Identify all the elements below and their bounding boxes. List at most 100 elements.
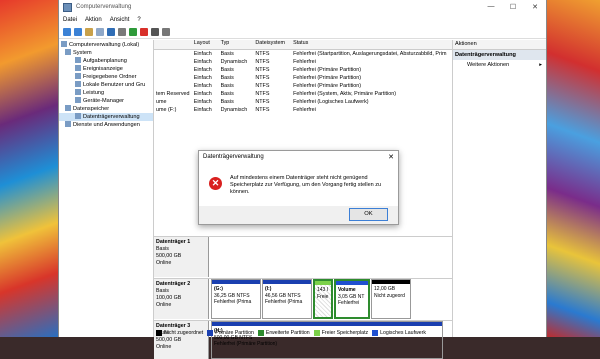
close-button[interactable]: ✕ (524, 3, 546, 11)
maximize-button[interactable]: ☐ (502, 3, 524, 11)
table-cell (154, 74, 192, 82)
toolbar (59, 25, 546, 39)
partition-i[interactable]: (I:) 46,56 GB NTFS Fehlerfrei (Prima (262, 279, 312, 319)
menu-help[interactable]: ? (137, 17, 140, 23)
tree-item-dienste[interactable]: Dienste und Anwendungen (59, 121, 153, 129)
disk-3[interactable]: Datenträger 3 Basis 500,00 GB Online (H:… (154, 320, 452, 359)
minimize-button[interactable]: — (480, 3, 502, 11)
table-cell: NTFS (255, 107, 270, 113)
help-icon[interactable] (107, 27, 115, 36)
partition-unallocated[interactable]: 12,00 GB Nicht zugeord (371, 279, 411, 319)
partition-volume[interactable]: Volume 3,05 GB NT Fehlerfrei (334, 279, 370, 319)
disk-2[interactable]: Datenträger 2 Basis 100,00 GB Online (G:… (154, 278, 452, 319)
forward-icon[interactable] (74, 27, 82, 36)
partition-h[interactable]: (H:) 500,00 GB NTFS Fehlerfrei (Primäre … (211, 321, 443, 359)
table-cell: Einfach (193, 51, 212, 57)
table-cell: Einfach (193, 107, 212, 113)
table-row[interactable]: Einfach Basis NTFS Fehlerfrei (Primäre Part… (154, 66, 452, 74)
table-cell: Basis (220, 67, 234, 73)
table-cell: Einfach (193, 91, 212, 97)
col-layout[interactable]: Layout (192, 40, 219, 49)
table-cell (154, 58, 192, 66)
table-cell: Fehlerfrei (System, Aktiv, Primäre Parti… (293, 91, 397, 97)
tree-item-aufgabenplanung[interactable]: Aufgabenplanung (59, 57, 153, 65)
col-status[interactable]: Status (291, 40, 452, 49)
table-cell: NTFS (255, 67, 270, 73)
users-icon (75, 81, 81, 87)
event-icon (75, 65, 81, 71)
partition-free-space[interactable]: 143 I Freie (313, 279, 333, 319)
storage-icon (65, 105, 71, 111)
folder-icon (75, 73, 81, 79)
col-typ[interactable]: Typ (219, 40, 254, 49)
table-cell: Einfach (193, 59, 212, 65)
table-cell: Dynamisch (220, 59, 248, 65)
check-icon[interactable] (129, 27, 137, 36)
table-cell: NTFS (255, 51, 270, 57)
chevron-right-icon: ▸ (539, 62, 542, 68)
show-hide-tree-icon[interactable] (96, 27, 104, 36)
col-dateisystem[interactable]: Dateisystem (253, 40, 291, 49)
up-folder-icon[interactable] (85, 27, 93, 36)
tree-item-freigegebene-ordner[interactable]: Freigegebene Ordner (59, 73, 153, 81)
menu-aktion[interactable]: Aktion (85, 17, 102, 23)
table-cell: Einfach (193, 75, 212, 81)
properties-icon[interactable] (118, 27, 126, 36)
dialog-message: Auf mindestens einem Datenträger steht n… (230, 175, 382, 195)
view-icon[interactable] (151, 27, 159, 36)
menu-datei[interactable]: Datei (63, 17, 77, 23)
table-cell: Fehlerfrei (Primäre Partition) (293, 83, 362, 89)
disk-2-info: Datenträger 2 Basis 100,00 GB Online (154, 279, 209, 319)
table-row[interactable]: ume (F:) Einfach Dynamisch NTFS Fehlerfrei (154, 106, 452, 114)
disk-1[interactable]: Datenträger 1 Basis 500,00 GB Online (154, 236, 452, 277)
desktop-wallpaper-left (0, 0, 58, 337)
table-cell: Einfach (193, 83, 212, 89)
more-actions-item[interactable]: Weitere Aktionen ▸ (453, 60, 546, 70)
tree-item-datenspeicher[interactable]: Datenspeicher (59, 105, 153, 113)
actions-section[interactable]: Datenträgerverwaltung (453, 50, 546, 60)
legend-swatch-extended (257, 330, 264, 336)
col-volume[interactable] (154, 40, 192, 49)
performance-icon (75, 89, 81, 95)
computer-icon (61, 41, 67, 47)
back-icon[interactable] (63, 27, 71, 36)
partition-g[interactable]: (G:) 36,25 GB NTFS Fehlerfrei (Prima (211, 279, 261, 319)
tree-item-geraete-manager[interactable]: Geräte-Manager (59, 97, 153, 105)
legend-swatch-primary (207, 330, 214, 336)
volume-list-header: Layout Typ Dateisystem Status (154, 40, 452, 50)
table-cell: Basis (220, 51, 234, 57)
tree-item-ereignisanzeige[interactable]: Ereignisanzeige (59, 65, 153, 73)
menu-ansicht[interactable]: Ansicht (110, 17, 130, 23)
window-title: Computerverwaltung (76, 4, 132, 10)
table-cell: NTFS (255, 99, 270, 105)
clock-icon (75, 57, 81, 63)
table-cell: ume (156, 99, 167, 105)
table-row[interactable]: Einfach Basis NTFS Fehlerfrei (Startpartiti… (154, 50, 452, 58)
table-row[interactable]: Einfach Basis NTFS Fehlerfrei (Primäre Part… (154, 74, 452, 82)
dialog-close-icon[interactable]: ✕ (388, 153, 394, 161)
tree-item-leistung[interactable]: Leistung (59, 89, 153, 97)
tree-item-datentraegerverwaltung[interactable]: Datenträgerverwaltung (59, 113, 153, 121)
table-row[interactable]: Einfach Dynamisch NTFS Fehlerfrei (154, 58, 452, 66)
delete-icon[interactable] (140, 27, 148, 36)
table-cell: Basis (220, 99, 234, 105)
actions-header: Aktionen (453, 40, 546, 50)
tree-item-system[interactable]: System (59, 49, 153, 57)
table-cell: Fehlerfrei (Startpartition, Auslagerungs… (293, 51, 447, 57)
table-row[interactable]: Einfach Basis NTFS Fehlerfrei (Primäre Part… (154, 82, 452, 90)
dialog-title: Datenträgerverwaltung (203, 154, 264, 160)
tree-item-lokale-benutzer[interactable]: Lokale Benutzer und Gru (59, 81, 153, 89)
table-row[interactable]: tem Reserved Einfach Basis NTFS Fehlerfrei (… (154, 90, 452, 98)
tree-root[interactable]: Computerverwaltung (Lokal) (59, 41, 153, 49)
disk-3-info: Datenträger 3 Basis 500,00 GB Online (154, 321, 209, 359)
table-cell: Basis (220, 75, 234, 81)
table-cell: NTFS (255, 83, 270, 89)
title-bar: Computerverwaltung — ☐ ✕ (59, 0, 546, 14)
table-row[interactable]: ume Einfach Basis NTFS Fehlerfrei (Logisches… (154, 98, 452, 106)
ok-button[interactable]: OK (349, 208, 388, 221)
menu-bar: Datei Aktion Ansicht ? (59, 14, 546, 25)
legend-swatch-logical (372, 330, 379, 336)
table-cell: Fehlerfrei (293, 59, 316, 65)
disk-icon[interactable] (162, 27, 170, 36)
table-cell: Dynamisch (220, 107, 248, 113)
